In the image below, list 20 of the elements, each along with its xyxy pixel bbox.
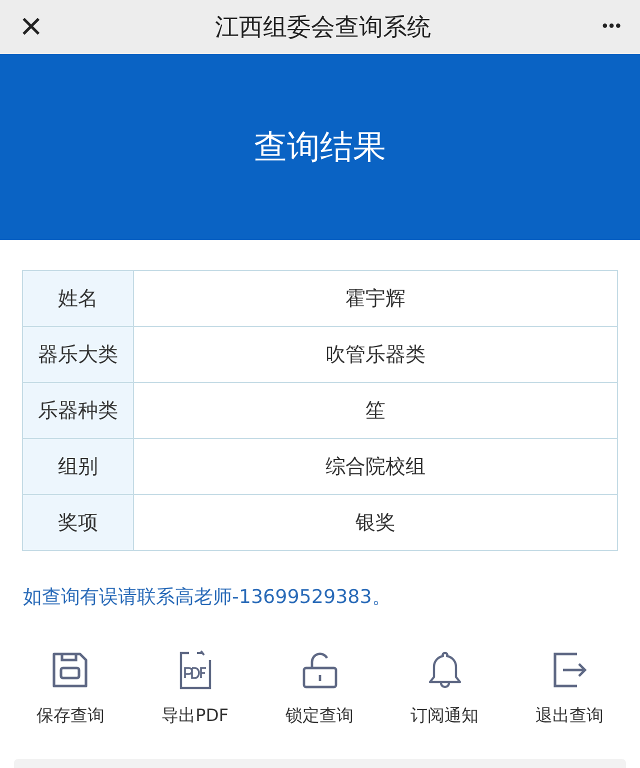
- table-cell-text: 霍宇辉: [344, 285, 406, 312]
- window-title: 江西组委会查询系统: [215, 12, 432, 43]
- close-button[interactable]: ×: [14, 8, 48, 46]
- table-cell: 乐器种类: [23, 383, 134, 438]
- table-cell: 组别: [23, 439, 134, 494]
- lock-action-button[interactable]: 锁定查询: [286, 650, 354, 727]
- save-action-button[interactable]: 保存查询: [36, 650, 104, 727]
- pdf-action-button[interactable]: 导出PDF: [161, 650, 229, 727]
- table-cell-text: 银奖: [354, 509, 396, 536]
- table-cell: 奖项: [23, 495, 134, 550]
- table-cell: 器乐大类: [23, 327, 134, 382]
- table-cell-text: 综合院校组: [324, 453, 426, 480]
- banner-title: 查询结果: [254, 126, 386, 168]
- table-cell-text: 吹管乐器类: [324, 341, 426, 368]
- table-cell: 姓名: [23, 271, 134, 326]
- exit-action-button[interactable]: 退出查询: [535, 650, 604, 727]
- contact-notice: 如查询有误请联系高老师-13699529383。: [23, 585, 392, 610]
- more-button[interactable]: •••: [598, 18, 626, 36]
- table-cell-text: 笙: [364, 397, 386, 424]
- bell-action-button[interactable]: 订阅通知: [410, 650, 479, 727]
